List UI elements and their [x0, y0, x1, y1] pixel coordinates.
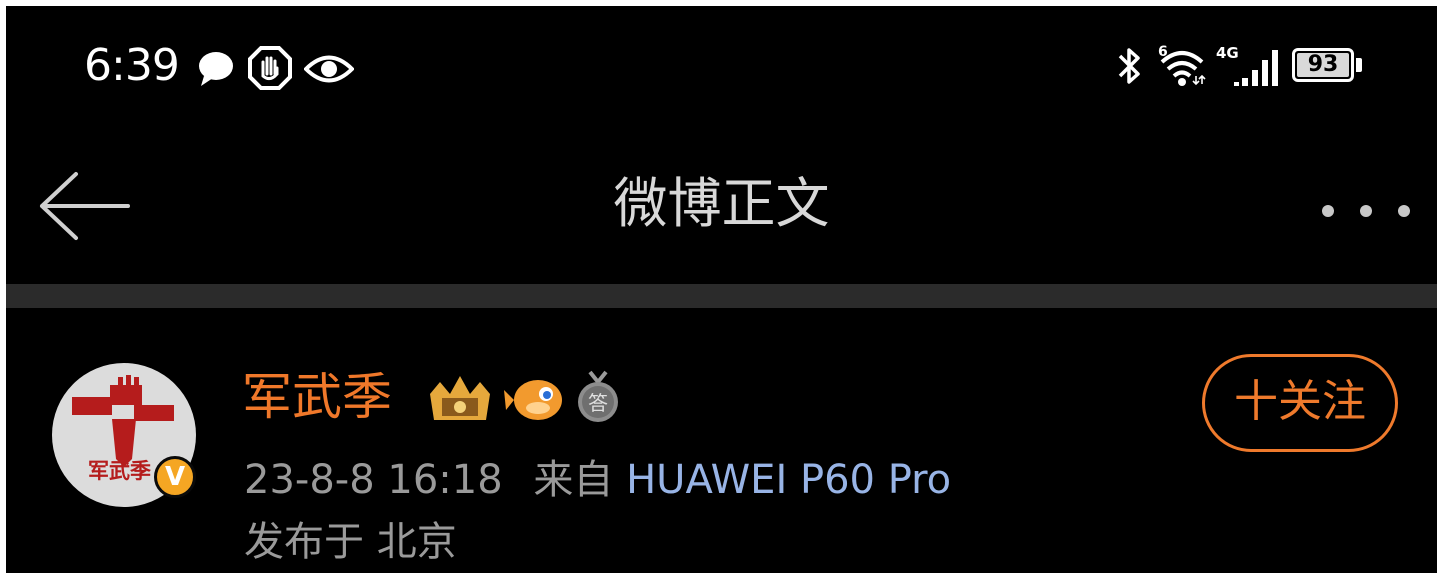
post-location: 发布于 北京	[244, 519, 457, 565]
follow-button[interactable]: 十关注	[1202, 354, 1398, 452]
status-bar: 6:39 6 4G 93	[6, 6, 1437, 118]
message-icon	[199, 52, 233, 86]
hand-stop-icon	[248, 46, 292, 90]
author-name[interactable]: 军武季	[242, 366, 392, 428]
crown-badge-icon[interactable]	[430, 376, 490, 420]
eye-icon	[304, 55, 354, 83]
battery-icon: 93	[1292, 48, 1354, 82]
status-time: 6:39	[84, 40, 180, 91]
medal-badge-text: 答	[588, 391, 608, 415]
medal-badge-icon[interactable]: 答	[578, 370, 618, 422]
verified-badge-icon: V	[154, 456, 196, 498]
post-source[interactable]: HUAWEI P60 Pro	[626, 457, 951, 503]
post-date: 23-8-8 16:18	[244, 457, 503, 503]
more-options-icon[interactable]	[1318, 204, 1414, 218]
wifi-icon: 6	[1158, 44, 1206, 86]
nav-bar: 微博正文	[6, 118, 1437, 284]
cellular-4g-icon: 4G	[1216, 44, 1278, 86]
bluetooth-icon	[1118, 48, 1140, 84]
weibo-post-screen: 6:39 6 4G 93 微博正文 军武季 V 军武季 答 23-8-8 16:…	[6, 6, 1437, 573]
badges-group: 答	[430, 370, 618, 422]
svg-text:4G: 4G	[1216, 44, 1239, 62]
battery-tip	[1356, 58, 1362, 72]
page-title: 微博正文	[613, 172, 830, 235]
pufferfish-badge-icon[interactable]	[504, 380, 562, 420]
header-separator	[6, 284, 1437, 308]
avatar-text: 军武季	[88, 459, 151, 483]
battery-level: 93	[1307, 52, 1339, 77]
from-label: 来自	[533, 457, 614, 503]
post-meta: 23-8-8 16:18 来自 HUAWEI P60 Pro	[244, 454, 951, 506]
